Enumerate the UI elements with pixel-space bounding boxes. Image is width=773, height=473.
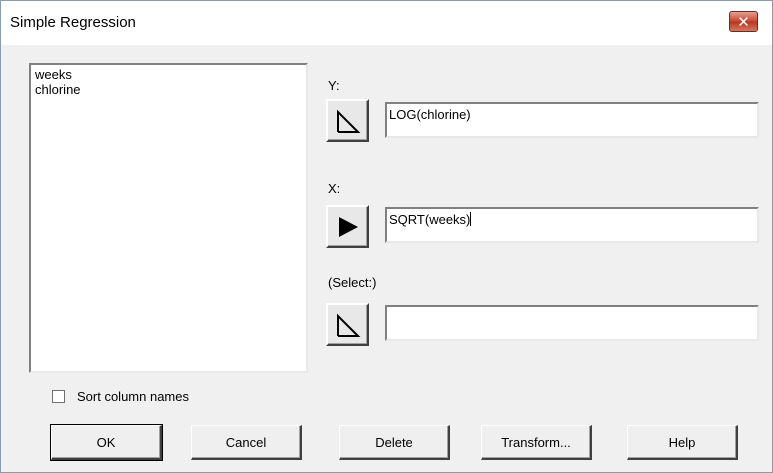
ok-button[interactable]: OK bbox=[50, 424, 163, 461]
transform-button-label: Transform... bbox=[501, 434, 571, 450]
delete-button-label: Delete bbox=[375, 434, 413, 450]
outline-arrow-icon bbox=[336, 313, 360, 337]
y-variable-field[interactable]: LOG(chlorine) bbox=[385, 102, 759, 138]
help-button-label: Help bbox=[668, 434, 696, 450]
transform-button[interactable]: Transform... bbox=[481, 425, 592, 460]
ok-button-label: OK bbox=[96, 434, 116, 450]
cancel-button[interactable]: Cancel bbox=[191, 425, 302, 460]
select-label: (Select:) bbox=[328, 275, 377, 290]
select-field[interactable] bbox=[385, 305, 759, 341]
help-button[interactable]: Help bbox=[627, 425, 738, 460]
list-item[interactable]: chlorine bbox=[35, 82, 302, 97]
title-bar: Simple Regression ✕ bbox=[1, 1, 772, 45]
y-label: Y: bbox=[328, 78, 340, 93]
sort-column-names-label: Sort column names bbox=[77, 389, 189, 404]
x-label: X: bbox=[328, 181, 341, 196]
y-arrow-button[interactable] bbox=[326, 99, 369, 142]
select-arrow-button[interactable] bbox=[326, 303, 369, 346]
filled-arrow-icon bbox=[338, 216, 358, 237]
x-arrow-button[interactable] bbox=[326, 205, 369, 248]
y-field-value: LOG(chlorine) bbox=[389, 107, 471, 122]
x-variable-field[interactable]: SQRT(weeks) bbox=[385, 207, 759, 243]
variable-list[interactable]: weeks chlorine bbox=[29, 63, 308, 373]
sort-column-names-checkbox[interactable] bbox=[52, 390, 65, 403]
list-item[interactable]: weeks bbox=[35, 67, 302, 82]
dialog-window: Simple Regression ✕ weeks chlorine Y: LO… bbox=[0, 0, 773, 473]
x-field-value: SQRT(weeks) bbox=[389, 212, 471, 227]
outline-arrow-icon bbox=[336, 109, 360, 133]
close-button[interactable]: ✕ bbox=[729, 11, 758, 32]
delete-button[interactable]: Delete bbox=[339, 425, 450, 460]
text-caret bbox=[470, 212, 472, 226]
cancel-button-label: Cancel bbox=[225, 434, 267, 450]
close-icon: ✕ bbox=[737, 13, 750, 31]
window-title: Simple Regression bbox=[10, 14, 136, 31]
